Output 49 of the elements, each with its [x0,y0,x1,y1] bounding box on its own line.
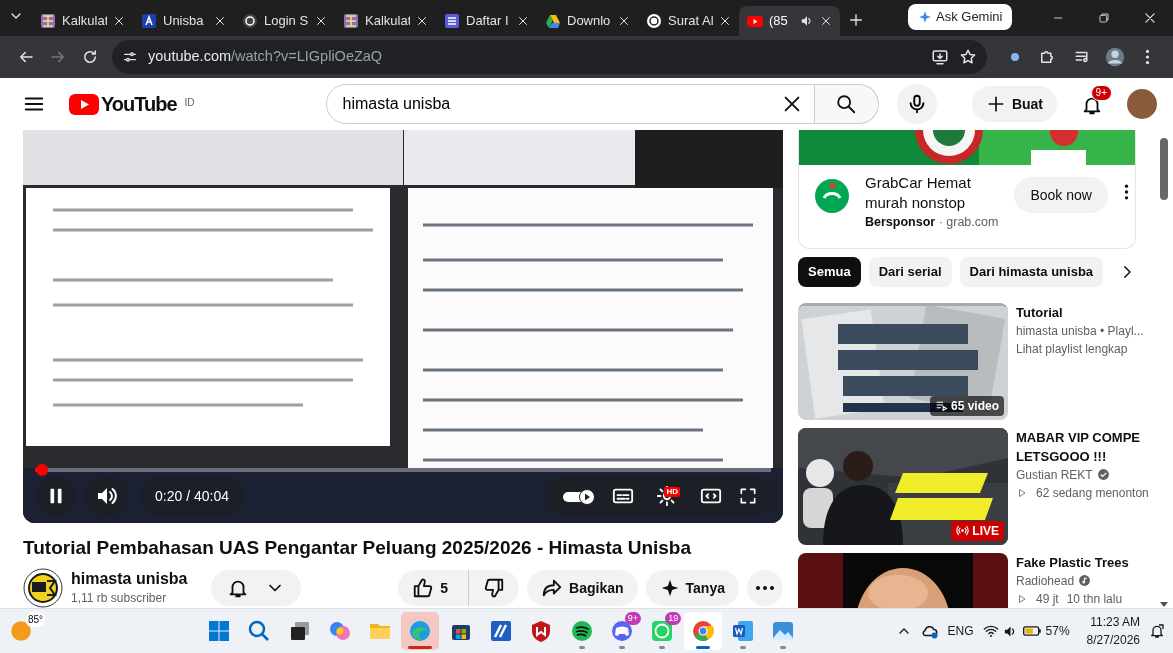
share-button[interactable]: Bagikan [527,570,638,606]
gemini-button[interactable]: Ask Gemini [908,4,1013,30]
quality-badge: HD [664,486,680,497]
language-indicator[interactable]: ENG [947,622,974,640]
taskbar-app[interactable]: 19 [643,612,682,650]
filter-chip[interactable]: Semua [798,256,861,287]
address-bar[interactable]: youtube.com/watch?v=LIGpliOeZaQ [112,40,987,74]
browser-tab[interactable]: Login S [234,6,335,36]
browser-tab[interactable]: Downlo [537,6,638,36]
notification-badge: 9+ [624,612,641,625]
filter-chip[interactable]: Dari serial [868,256,952,287]
channel-name[interactable]: Gustian REKT [1016,465,1093,484]
sponsor-line: Bersponsor · grab.com [865,214,999,231]
video-title[interactable]: Fake Plastic Trees [1016,552,1136,572]
video-title[interactable]: MABAR VIP COMPE LETSGOOO !!! [1016,427,1149,466]
create-button[interactable]: Buat [971,86,1057,122]
weather-temperature: 85° [26,612,46,627]
live-badge: LIVE [951,520,1004,541]
logo-text[interactable]: YouTube [101,89,177,119]
browser-tab[interactable]: Unisba [133,6,234,36]
playlist-link[interactable]: Lihat playlist lengkap [1016,339,1128,358]
battery-percentage: 57% [1045,623,1070,640]
region-code: ID [184,96,195,110]
clock-time[interactable]: 11:23 AM [1086,613,1140,631]
channel-name[interactable]: himasta unisba • Playl... [1016,321,1144,340]
video-count-badge: 65 video [929,395,1004,416]
search-field[interactable]: himasta unisba [325,84,815,124]
browser-tab[interactable]: Surat Al [638,6,739,36]
browser-tab[interactable]: Daftar I [436,6,537,36]
subscriber-count: 1,11 rb subscriber [71,590,168,607]
filter-chip[interactable]: Dari himasta unisba [959,256,1104,287]
book-now-button[interactable]: Book now [1014,177,1108,213]
ad-title[interactable]: GrabCar Hemat murah nonstop [865,173,999,213]
ask-button[interactable]: Tanya [645,570,739,606]
video-stats: 62 sedang menonton [1036,484,1149,502]
video-stats: 10 thn lalu [1066,590,1123,608]
url-text: youtube.com/watch?v=LIGpliOeZaQ [148,47,384,67]
channel-name[interactable]: himasta unisba [71,569,188,589]
clock-date[interactable]: 8/27/2026 [1086,631,1140,649]
video-title: Tutorial Pembahasan UAS Pengantar Peluang 2025/2026 - Himasta Unisba [23,536,693,560]
time-display: 0:20 / 40:04 [139,477,245,515]
notification-badge: 9+ [1090,85,1112,101]
browser-tab[interactable]: (85 [739,6,840,36]
video-title[interactable]: Tutorial [1016,302,1144,322]
channel-name[interactable]: Radiohead [1016,571,1075,590]
settings-button[interactable]: HD [650,484,684,508]
notification-badge: 19 [665,612,682,625]
video-stats: 49 jt [1036,590,1059,608]
taskbar-app[interactable]: 9+ [602,612,641,650]
